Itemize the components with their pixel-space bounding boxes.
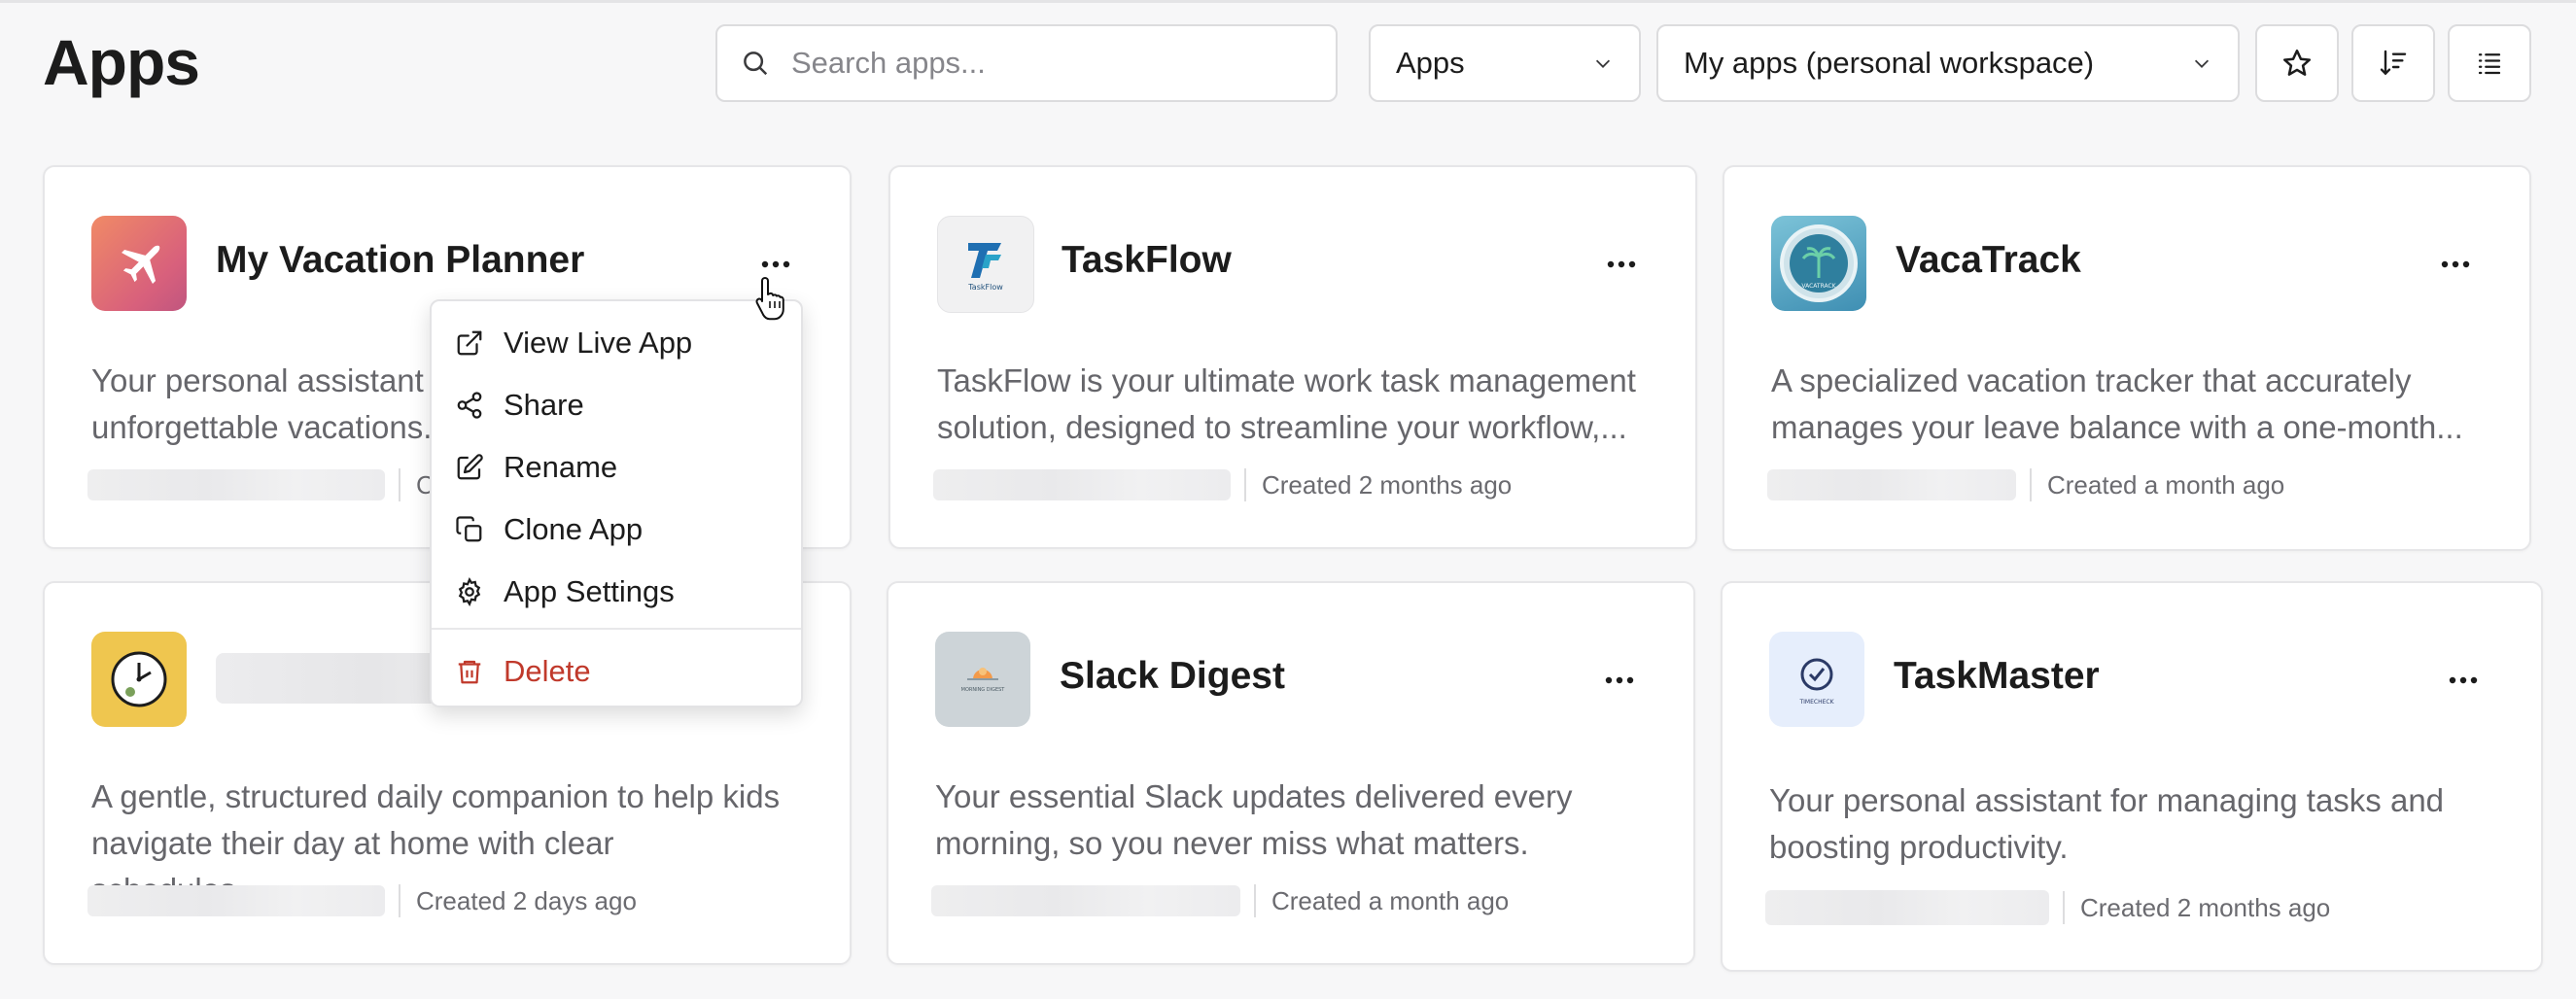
menu-item-clone-app[interactable]: Clone App [455, 505, 643, 554]
sort-button[interactable] [2351, 24, 2435, 102]
app-icon: TIMECHECK [1769, 632, 1864, 727]
created-date: Created 2 days ago [416, 885, 637, 915]
sort-icon [2380, 50, 2407, 76]
divider [1244, 468, 1246, 501]
chevron-down-icon [2194, 59, 2210, 68]
top-border [0, 0, 2576, 3]
more-options-button[interactable] [2444, 661, 2483, 700]
app-title: Slack Digest [1060, 655, 1285, 697]
slack-digest-logo-icon: MORNING DIGEST [961, 668, 1006, 693]
more-horizontal-icon [1605, 676, 1634, 684]
menu-item-rename[interactable]: Rename [455, 443, 617, 492]
redacted-author [87, 469, 385, 500]
type-filter-value: Apps [1396, 46, 1465, 80]
created-date: Created a month ago [1271, 885, 1510, 915]
edit-icon [457, 454, 483, 480]
more-horizontal-icon [1607, 260, 1636, 268]
divider [399, 884, 400, 917]
more-options-button[interactable] [1600, 661, 1639, 700]
hand-pointer-cursor-icon [755, 277, 784, 321]
app-card[interactable]: TIMECHECK TaskMaster Your personal assis… [1721, 581, 2543, 972]
app-context-menu: View Live App Share Rename Clone App App… [430, 299, 803, 707]
type-filter-select[interactable]: Apps [1369, 24, 1641, 102]
app-card[interactable]: TaskFlow TaskFlow TaskFlow is your ultim… [888, 165, 1697, 549]
app-description: Your personal assistant for managing tas… [1769, 782, 2445, 865]
checkmark-badge-icon: TIMECHECK [1798, 658, 1835, 706]
app-meta: Created a month ago [931, 884, 1509, 917]
redacted-author [933, 469, 1231, 500]
app-meta: Created a month ago [1767, 468, 2284, 501]
created-date: Created a month ago [2047, 469, 2285, 500]
more-horizontal-icon [761, 260, 790, 268]
favorites-button[interactable] [2255, 24, 2339, 102]
search-placeholder: Search apps... [791, 46, 986, 80]
app-title: My Vacation Planner [216, 239, 585, 281]
app-meta: Created 2 months ago [1765, 890, 2330, 925]
redacted-author [1767, 469, 2016, 500]
divider [2063, 891, 2065, 924]
svg-text:TIMECHECK: TIMECHECK [1798, 699, 1834, 706]
chevron-down-icon [1595, 59, 1611, 68]
svg-text:TaskFlow: TaskFlow [967, 283, 1003, 292]
more-options-button[interactable] [1602, 245, 1641, 284]
list-view-button[interactable] [2448, 24, 2531, 102]
app-icon: VACATRACK [1771, 216, 1866, 311]
search-input[interactable]: Search apps... [715, 24, 1338, 102]
app-meta: C [87, 468, 435, 501]
more-options-button[interactable] [2436, 245, 2475, 284]
menu-item-view-live-app[interactable]: View Live App [455, 319, 692, 367]
taskflow-logo-icon: TaskFlow [967, 243, 1003, 292]
app-icon [91, 216, 187, 311]
clock-icon [111, 651, 167, 707]
created-date: Created 2 months ago [1262, 469, 1513, 500]
vacatrack-logo-icon: VACATRACK [1780, 224, 1858, 302]
copy-icon [456, 516, 482, 542]
external-link-icon [457, 330, 482, 356]
created-date: Created 2 months ago [2080, 892, 2331, 922]
menu-item-delete[interactable]: Delete [455, 647, 591, 696]
share-icon [457, 392, 482, 419]
app-meta: Created 2 days ago [87, 884, 637, 917]
search-icon [744, 52, 768, 76]
app-title: TaskMaster [1894, 655, 2100, 697]
app-card[interactable]: VACATRACK VacaTrack A specialized vacati… [1723, 165, 2531, 551]
page-title: Apps [43, 26, 200, 98]
more-horizontal-icon [2449, 676, 2478, 684]
redacted-author [87, 885, 385, 916]
app-card[interactable]: MORNING DIGEST Slack Digest Your essenti… [887, 581, 1695, 965]
menu-item-app-settings[interactable]: App Settings [455, 568, 675, 616]
more-horizontal-icon [2441, 260, 2470, 268]
svg-text:MORNING DIGEST: MORNING DIGEST [961, 687, 1006, 693]
workspace-filter-select[interactable]: My apps (personal workspace) [1656, 24, 2240, 102]
divider [2030, 468, 2032, 501]
menu-divider [432, 628, 801, 630]
airplane-icon [122, 245, 160, 284]
workspace-filter-value: My apps (personal workspace) [1684, 46, 2095, 80]
app-description: TaskFlow is your ultimate work task mana… [937, 362, 1636, 445]
redacted-author [931, 885, 1240, 916]
gear-icon [458, 577, 481, 606]
trash-icon [458, 660, 481, 684]
app-icon [91, 632, 187, 727]
app-title: TaskFlow [1062, 239, 1232, 281]
app-icon: TaskFlow [937, 216, 1034, 313]
app-title: VacaTrack [1896, 239, 2081, 281]
divider [1254, 884, 1256, 917]
app-icon: MORNING DIGEST [935, 632, 1030, 727]
svg-text:VACATRACK: VACATRACK [1801, 283, 1836, 290]
list-view-icon [2478, 53, 2501, 75]
divider [399, 468, 400, 501]
app-meta: Created 2 months ago [933, 468, 1512, 501]
app-description: A specialized vacation tracker that accu… [1771, 362, 2463, 445]
redacted-author [1765, 890, 2049, 925]
app-description: Your essential Slack updates delivered e… [935, 778, 1573, 861]
menu-item-share[interactable]: Share [455, 381, 584, 430]
star-icon [2282, 49, 2312, 76]
